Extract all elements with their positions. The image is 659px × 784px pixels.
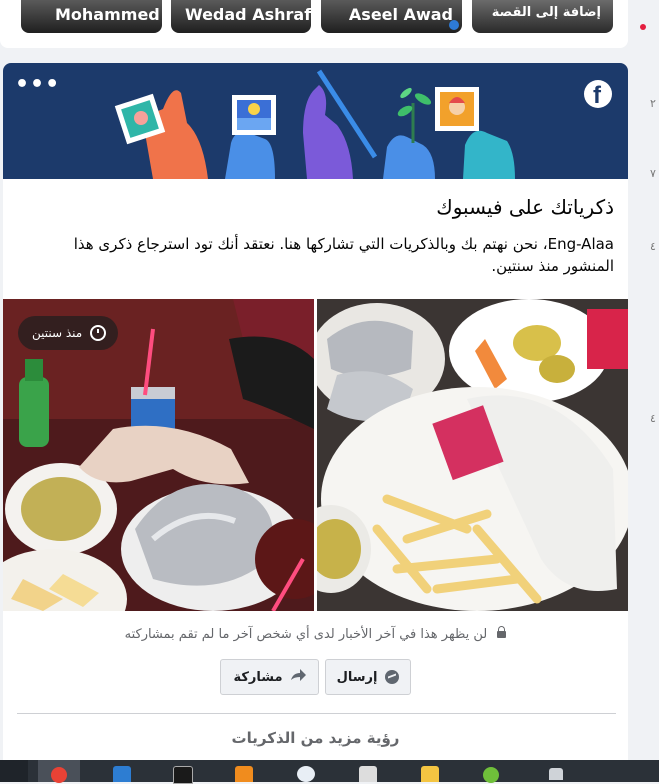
more-options-icon[interactable]: ••• [15, 74, 60, 96]
memories-title: ذكرياتك على فيسبوك [436, 195, 614, 219]
story-name: Mohammed [55, 5, 160, 24]
stories-strip: Mohammed Wedad Ashraf Aseel Awad إضافة إ… [0, 0, 628, 48]
share-button[interactable]: مشاركة [220, 659, 319, 695]
privacy-note: لن يظهر هذا في آخر الأخبار لدى أي شخص آخ… [3, 626, 628, 642]
photo-right-image [317, 299, 628, 611]
edge-number: ٧ [650, 167, 656, 180]
window-icon [549, 768, 563, 780]
share-button-label: مشاركة [233, 669, 283, 685]
facebook-logo-icon: f [584, 80, 612, 109]
memories-message: Eng-Alaa، نحن نهتم بك وبالذكريات التي تش… [73, 235, 614, 275]
taskbar-app-button[interactable] [222, 760, 264, 782]
share-arrow-icon [290, 669, 306, 685]
taskbar-cmd-button[interactable] [160, 760, 202, 784]
terminal-icon [173, 766, 193, 784]
taskbar-paint-button[interactable] [284, 760, 326, 782]
taskbar-store-button[interactable] [346, 760, 388, 782]
story-card-mohammed[interactable]: Mohammed [21, 0, 162, 33]
hands-illustration [114, 69, 515, 179]
story-name: Aseel Awad [348, 5, 453, 24]
messenger-icon [385, 670, 400, 684]
paint-icon [297, 766, 315, 782]
add-to-story-card[interactable]: إضافة إلى القصة [472, 0, 613, 33]
lock-icon [497, 626, 507, 638]
edge-number: ٤ [650, 240, 656, 253]
app-icon [235, 766, 253, 782]
notification-dot-icon [640, 24, 646, 30]
taskbar-utorrent-button[interactable] [470, 760, 512, 783]
edge-number: ٢ [650, 97, 656, 110]
memories-card: ••• f ذكرياتك على فيسبوك Eng-Alaa، نحن ن… [3, 63, 628, 763]
folder-icon [421, 766, 439, 782]
taskbar-extra-button[interactable] [536, 760, 578, 782]
taskbar-explorer-button[interactable] [408, 760, 450, 782]
edge-number: ٤ [650, 412, 656, 425]
story-badge-icon [449, 20, 459, 30]
taskbar [0, 760, 659, 784]
send-button[interactable]: إرسال [325, 659, 411, 695]
memories-banner: ••• f [3, 63, 628, 179]
taskbar-edge-button[interactable] [100, 760, 142, 782]
see-more-memories-link[interactable]: رؤية مزيد من الذكريات [3, 729, 628, 747]
time-ago-label: منذ سنتين [32, 326, 83, 340]
memory-photo-right[interactable] [317, 299, 628, 611]
taskbar-search-area[interactable] [0, 760, 28, 782]
utorrent-icon [483, 767, 499, 783]
privacy-note-text: لن يظهر هذا في آخر الأخبار لدى أي شخص آخ… [124, 627, 488, 642]
edge-icon [113, 766, 131, 782]
memory-photo-left[interactable]: منذ سنتين [3, 299, 314, 611]
story-name: Wedad Ashraf [185, 5, 311, 24]
time-ago-badge: منذ سنتين [18, 316, 119, 350]
send-button-label: إرسال [336, 669, 378, 685]
divider [17, 713, 616, 714]
add-to-story-label: إضافة إلى القصة [491, 5, 601, 20]
story-card-aseel-awad[interactable]: Aseel Awad [321, 0, 462, 33]
taskbar-chrome-button[interactable] [38, 760, 80, 783]
store-icon [359, 766, 377, 782]
chrome-icon [51, 767, 67, 783]
story-card-wedad-ashraf[interactable]: Wedad Ashraf [171, 0, 311, 33]
clock-icon [90, 325, 107, 341]
